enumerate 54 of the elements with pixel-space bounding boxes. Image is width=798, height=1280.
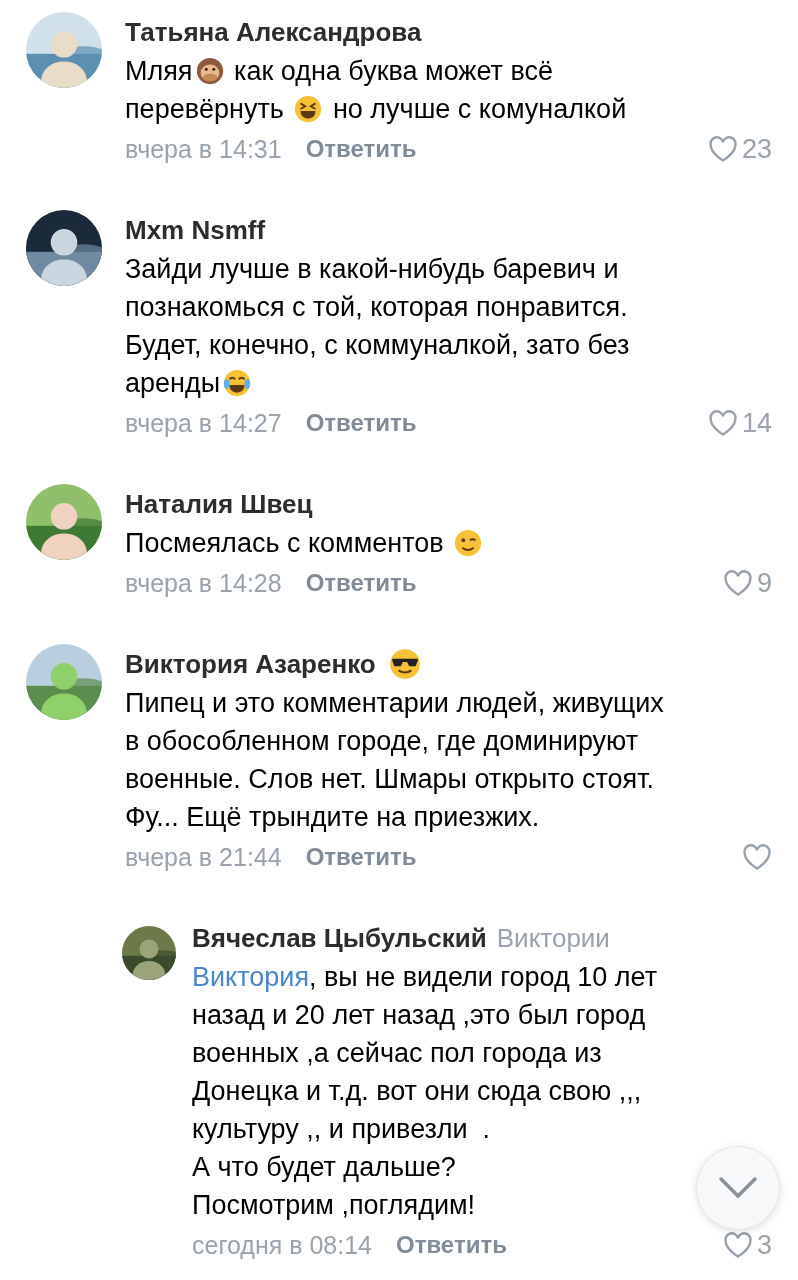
laughing-emoji-icon (293, 94, 324, 124)
monkey-emoji-icon (194, 56, 225, 86)
comment-text: как одна буква может всё (233, 54, 553, 88)
like-button[interactable]: 3 (722, 1229, 772, 1261)
comment-text: военные. Слов нет. Шмары открыто стоят. (125, 762, 655, 796)
like-button[interactable]: 23 (707, 133, 772, 165)
heart-icon (722, 569, 753, 597)
sunglasses-emoji-icon (387, 647, 422, 681)
comment-text: познакомься с той, которая понравится. (125, 290, 628, 324)
chevron-down-icon (718, 1176, 758, 1200)
author-name[interactable]: Наталия Швец (125, 488, 313, 520)
comment-text: перевёрнуть (125, 92, 285, 126)
heart-icon (707, 135, 738, 163)
comment-text: Зайди лучше в какой-нибудь баревич и (125, 252, 619, 286)
comment-time: сегодня в 08:14 (192, 1230, 372, 1260)
mention-link[interactable]: Виктория (192, 957, 309, 997)
author-name[interactable]: Вячеслав Цыбульский (192, 922, 487, 954)
author-name[interactable]: Виктория Азаренко (125, 648, 376, 680)
comment-time: вчера в 14:27 (125, 408, 282, 438)
comment-text: назад и 20 лет назад ,это был город (192, 998, 646, 1032)
comment-text: культуру ,, и привезли . (192, 1112, 490, 1146)
comment-text: А что будет дальше? (192, 1150, 456, 1184)
scroll-down-button[interactable] (696, 1146, 780, 1230)
like-button[interactable] (742, 843, 772, 871)
comment-text: аренды (125, 366, 221, 400)
like-button[interactable]: 9 (722, 567, 772, 599)
comment-time: вчера в 14:31 (125, 134, 282, 164)
comment-text: военных ,а сейчас пол города из (192, 1036, 602, 1070)
comment-text: Будет, конечно, с коммуналкой, зато без (125, 328, 630, 362)
reply-button[interactable]: Ответить (281, 843, 417, 871)
comment-text: но лучше с комуналкой (331, 92, 627, 126)
comment-time: вчера в 14:28 (125, 568, 282, 598)
heart-icon (742, 843, 772, 871)
comment-text: Мляя (125, 54, 193, 88)
comment-text: Посмотрим ,поглядим! (192, 1188, 476, 1222)
comment-text: Посмеялась с комментов (125, 526, 445, 560)
comment-time: вчера в 21:44 (125, 842, 282, 872)
reply-to-name: Виктории (496, 922, 610, 954)
comment-text: Фу... Ещё трындите на приезжих. (125, 800, 540, 834)
winking-emoji-icon (453, 528, 484, 558)
heart-icon (722, 1231, 753, 1259)
author-name[interactable]: Татьяна Александрова (125, 16, 422, 48)
reply-button[interactable]: Ответить (281, 135, 417, 163)
reply-button[interactable]: Ответить (281, 569, 417, 597)
reply-button[interactable]: Ответить (372, 1231, 507, 1259)
author-name[interactable]: Mxm Nsmff (125, 214, 266, 246)
like-button[interactable]: 14 (707, 407, 772, 439)
comment-text: Пипец и это комментарии людей, живущих (125, 686, 664, 720)
comment-text: Донецка и т.д. вот они сюда свою ,,, (192, 1074, 642, 1108)
heart-icon (707, 409, 738, 437)
comment-text: , вы не видели город 10 лет (309, 960, 658, 994)
reply-button[interactable]: Ответить (281, 409, 417, 437)
comment-text: в обособленном городе, где доминируют (125, 724, 639, 758)
crying-laughing-emoji-icon (222, 368, 253, 398)
